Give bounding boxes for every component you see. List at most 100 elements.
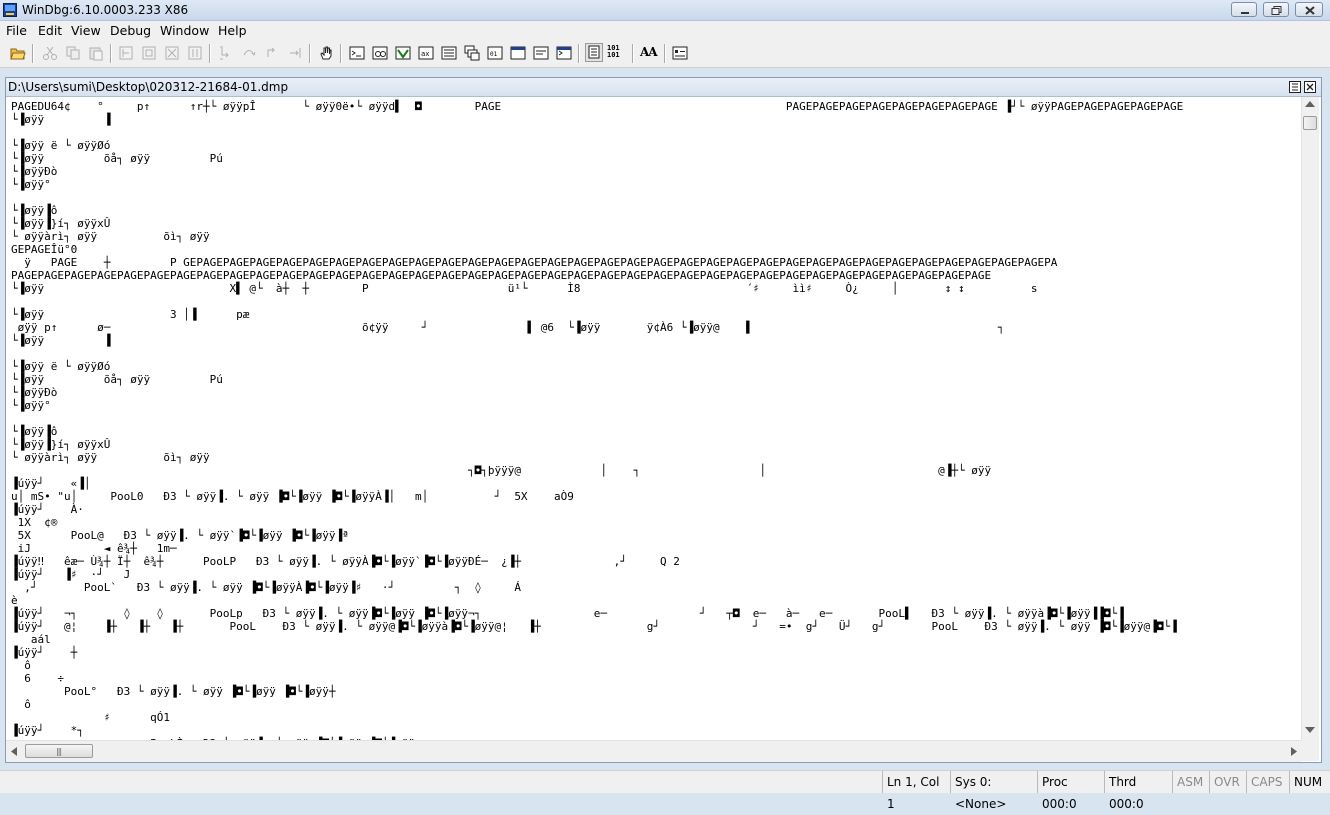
run-to-cursor-icon — [290, 48, 301, 58]
dump-line: └ øÿÿàrì┐ øÿÿ õì┐ øÿÿ — [11, 230, 210, 243]
disassembly-window-button[interactable]: 01 — [487, 45, 503, 61]
run-to-cursor-button[interactable] — [287, 45, 303, 61]
step-over-button[interactable] — [241, 45, 257, 61]
source-assembly-toggle[interactable]: 101 101 — [607, 45, 629, 61]
options-button[interactable] — [672, 45, 688, 61]
dump-line: └▐øÿÿ ▐ — [11, 334, 111, 347]
stop-debugging-button[interactable] — [164, 45, 180, 61]
menu-file[interactable]: File — [6, 23, 27, 38]
processes-icon — [533, 46, 549, 60]
font-icon: AA — [640, 45, 658, 59]
scroll-down-icon[interactable] — [1305, 727, 1315, 733]
document-close-icon[interactable] — [1304, 81, 1316, 93]
svg-text:ax: ax — [421, 50, 429, 58]
step-out-button[interactable] — [264, 45, 280, 61]
status-proc: Proc 000:0 — [1037, 771, 1103, 811]
cut-button[interactable] — [42, 45, 58, 61]
call-stack-icon — [464, 45, 480, 61]
dump-line: └▐øÿÿÐò — [11, 386, 58, 399]
status-bar: Ln 1, Col 1 Sys 0:<None> Proc 000:0 Thrd… — [0, 770, 1330, 811]
call-stack-window-button[interactable] — [464, 45, 480, 61]
close-button[interactable] — [1295, 2, 1323, 17]
document-restore-icon[interactable] — [1289, 81, 1301, 93]
windbg-app-icon — [3, 3, 17, 17]
source-mode-hand-button[interactable] — [318, 45, 334, 61]
break-icon — [188, 46, 202, 60]
scratch-pad-button[interactable] — [510, 45, 526, 61]
horizontal-scrollbar[interactable]: ||| — [6, 740, 1301, 762]
status-caps: CAPS — [1246, 771, 1286, 793]
menu-window[interactable]: Window — [160, 23, 209, 38]
scroll-left-icon[interactable] — [11, 747, 17, 756]
dump-line: ▐úÿÿ┘ ¬┐ ◊ ◊ PooLp Ð3 └ øÿÿ▐. └ øÿÿ▐◘└▐ø… — [11, 607, 1124, 620]
vertical-scroll-thumb[interactable] — [1303, 116, 1317, 130]
dump-line: 1X ¢® — [11, 516, 58, 529]
dump-line: ▐úÿÿ┘ ┼ — [11, 646, 78, 659]
copy-button[interactable] — [65, 45, 81, 61]
watch-window-button[interactable] — [372, 45, 388, 61]
status-position: Ln 1, Col 1 — [882, 771, 946, 811]
hand-icon — [320, 46, 332, 60]
status-sys: Sys 0:<None> — [950, 771, 1032, 811]
watch-icon — [372, 46, 388, 60]
dump-line: PooL° Ð3 └ øÿÿ▐. └ øÿÿ ▐◘└▐øÿÿ ▐◘└▐øÿÿ┼ — [11, 685, 336, 698]
command-browser-icon — [556, 46, 572, 60]
dump-line: ÿ PAGE ┼ P GEPAGEPAGEPAGEPAGEPAGEPAGEPAG… — [11, 256, 1058, 269]
minimize-button[interactable] — [1231, 2, 1257, 17]
dump-line: └▐øÿÿ 3 │▐ pæ — [11, 308, 250, 321]
paste-icon — [89, 47, 103, 61]
menu-help[interactable]: Help — [218, 23, 247, 38]
svg-text:01: 01 — [490, 51, 498, 58]
font-button[interactable]: AA — [640, 45, 660, 61]
break-button[interactable] — [187, 45, 203, 61]
dump-document-window: D:\Users\sumi\Desktop\020312-21684-01.dm… — [5, 77, 1322, 763]
dump-line: øÿÿ p↑ ø─ õ¢ÿÿ ┘ ▌ @6 └▐øÿÿ ÿ¢À6 └▐øÿÿ@ … — [11, 321, 1005, 334]
maximize-button[interactable] — [1263, 2, 1289, 17]
paste-button[interactable] — [88, 45, 104, 61]
dump-content-area[interactable]: PAGEDU64¢ ° p↑ ↑r┼└ øÿÿpÎ └ øÿÿ0ë•└ øÿÿd… — [6, 97, 1301, 740]
restore-icon — [1271, 6, 1282, 15]
locals-icon — [395, 46, 411, 60]
source-mode-toggle[interactable] — [585, 43, 603, 62]
document-titlebar[interactable]: D:\Users\sumi\Desktop\020312-21684-01.dm… — [6, 78, 1321, 97]
go-button[interactable] — [118, 45, 134, 61]
dump-line — [11, 347, 1301, 360]
command-browser-button[interactable] — [556, 45, 572, 61]
dump-line: └▐øÿÿ ë └ øÿÿØó — [11, 139, 111, 152]
dump-line: ▐úÿÿ┘ ▐♯ ·┘ J — [11, 568, 131, 581]
dump-line — [11, 295, 1301, 308]
menu-view[interactable]: View — [71, 23, 101, 38]
horizontal-scroll-thumb[interactable]: ||| — [25, 744, 93, 758]
cut-icon — [43, 46, 57, 60]
dump-line: 5X PooL@ Ð3 └ øÿÿ▐. └ øÿÿ`▐◘└▐øÿÿ ▐◘└▐øÿ… — [11, 529, 349, 542]
processes-threads-button[interactable] — [533, 45, 549, 61]
dump-line: ,┘ PooL` Ð3 └ øÿÿ▐. └ øÿÿ ▐◘└▐øÿÿÀ▐◘└▐øÿ… — [11, 581, 521, 594]
memory-window-button[interactable] — [441, 45, 457, 61]
dump-line: ♯ qÓ1 — [11, 711, 170, 724]
scroll-up-icon[interactable] — [1305, 101, 1315, 107]
menu-debug[interactable]: Debug — [110, 23, 151, 38]
dump-line — [11, 126, 1301, 139]
vertical-scrollbar[interactable] — [1301, 97, 1319, 740]
minimize-icon — [1241, 12, 1249, 14]
dump-line: PAGEDU64¢ ° p↑ ↑r┼└ øÿÿpÎ └ øÿÿ0ë•└ øÿÿd… — [11, 100, 1184, 113]
scroll-right-icon[interactable] — [1291, 747, 1297, 756]
open-button[interactable] — [10, 45, 26, 61]
dump-line: └▐øÿÿ X▌ @└ à┼ ┼ P ü¹└ Ì8 ´♯ ìì♯ Ò¿ │ ↕ … — [11, 282, 1038, 295]
menu-edit[interactable]: Edit — [38, 23, 62, 38]
restart-button[interactable] — [141, 45, 157, 61]
command-window-button[interactable] — [349, 45, 365, 61]
dump-line: 6 ÷ — [11, 672, 64, 685]
dump-line: PAGEPAGEPAGEPAGEPAGEPAGEPAGEPAGEPAGEPAGE… — [11, 269, 992, 282]
step-into-button[interactable] — [218, 45, 234, 61]
window-title: WinDbg:6.10.0003.233 X86 — [22, 3, 189, 17]
status-asm: ASM — [1172, 771, 1206, 793]
scratch-pad-icon — [510, 46, 526, 60]
dump-line — [11, 412, 1301, 425]
disassembly-icon: 01 — [487, 46, 503, 60]
registers-window-button[interactable]: ax — [418, 45, 434, 61]
dump-line: ▐úÿÿ┘ À· — [11, 503, 84, 516]
locals-window-button[interactable] — [395, 45, 411, 61]
window-titlebar[interactable]: WinDbg:6.10.0003.233 X86 — [0, 0, 1330, 21]
dump-line: iJ ◄ ê¾┼ 1m─ — [11, 542, 177, 555]
